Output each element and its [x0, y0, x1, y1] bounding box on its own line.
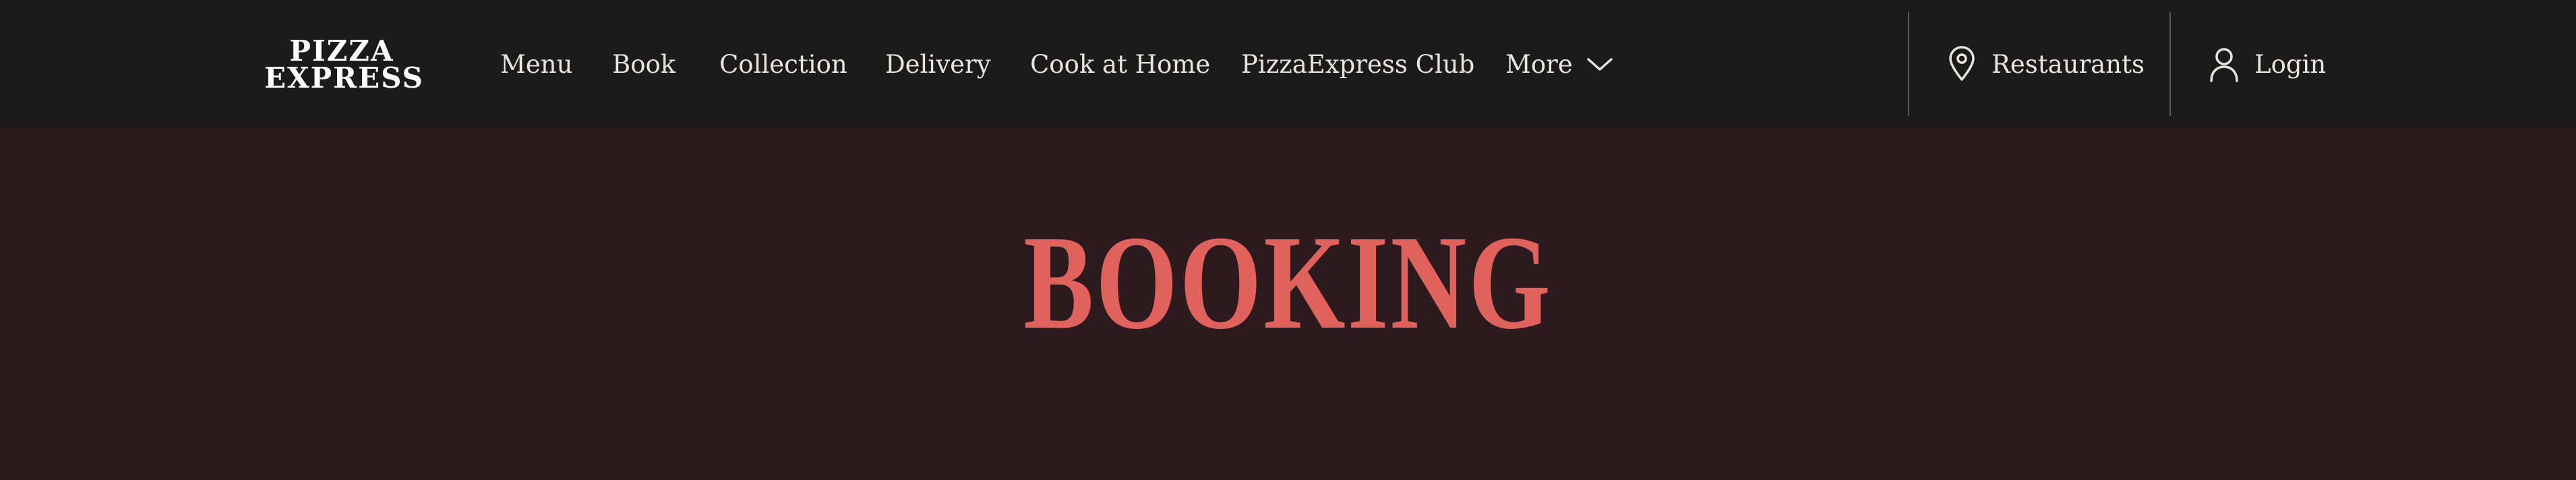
login-label: Login [2254, 49, 2327, 79]
chevron-down-icon [1587, 58, 1613, 71]
nav-pizzaexpress-club-link[interactable]: PizzaExpress Club [1241, 0, 1474, 128]
header-divider [1908, 12, 1909, 116]
header-divider [2169, 12, 2171, 116]
page-title: BOOKING [1023, 208, 1553, 357]
logo-line-2: EXPRESS [264, 61, 424, 94]
nav-delivery-link[interactable]: Delivery [885, 0, 991, 128]
restaurants-label: Restaurants [1991, 49, 2145, 79]
nav-book-link[interactable]: Book [612, 0, 676, 128]
restaurants-link[interactable]: Restaurants [1947, 0, 2145, 128]
nav-cook-at-home-link[interactable]: Cook at Home [1030, 0, 1210, 128]
nav-menu-link[interactable]: Menu [500, 0, 572, 128]
location-pin-icon [1949, 46, 1975, 81]
nav-more-label: More [1505, 49, 1573, 79]
nav-collection-link[interactable]: Collection [719, 0, 847, 128]
nav-more-dropdown[interactable]: More [1505, 0, 1613, 128]
site-header: PIZZA EXPRESS Menu Book Collection Deliv… [0, 0, 2576, 128]
pizzaexpress-logo[interactable]: PIZZA EXPRESS [264, 37, 424, 94]
login-link[interactable]: Login [2209, 0, 2326, 128]
user-icon [2210, 48, 2238, 82]
